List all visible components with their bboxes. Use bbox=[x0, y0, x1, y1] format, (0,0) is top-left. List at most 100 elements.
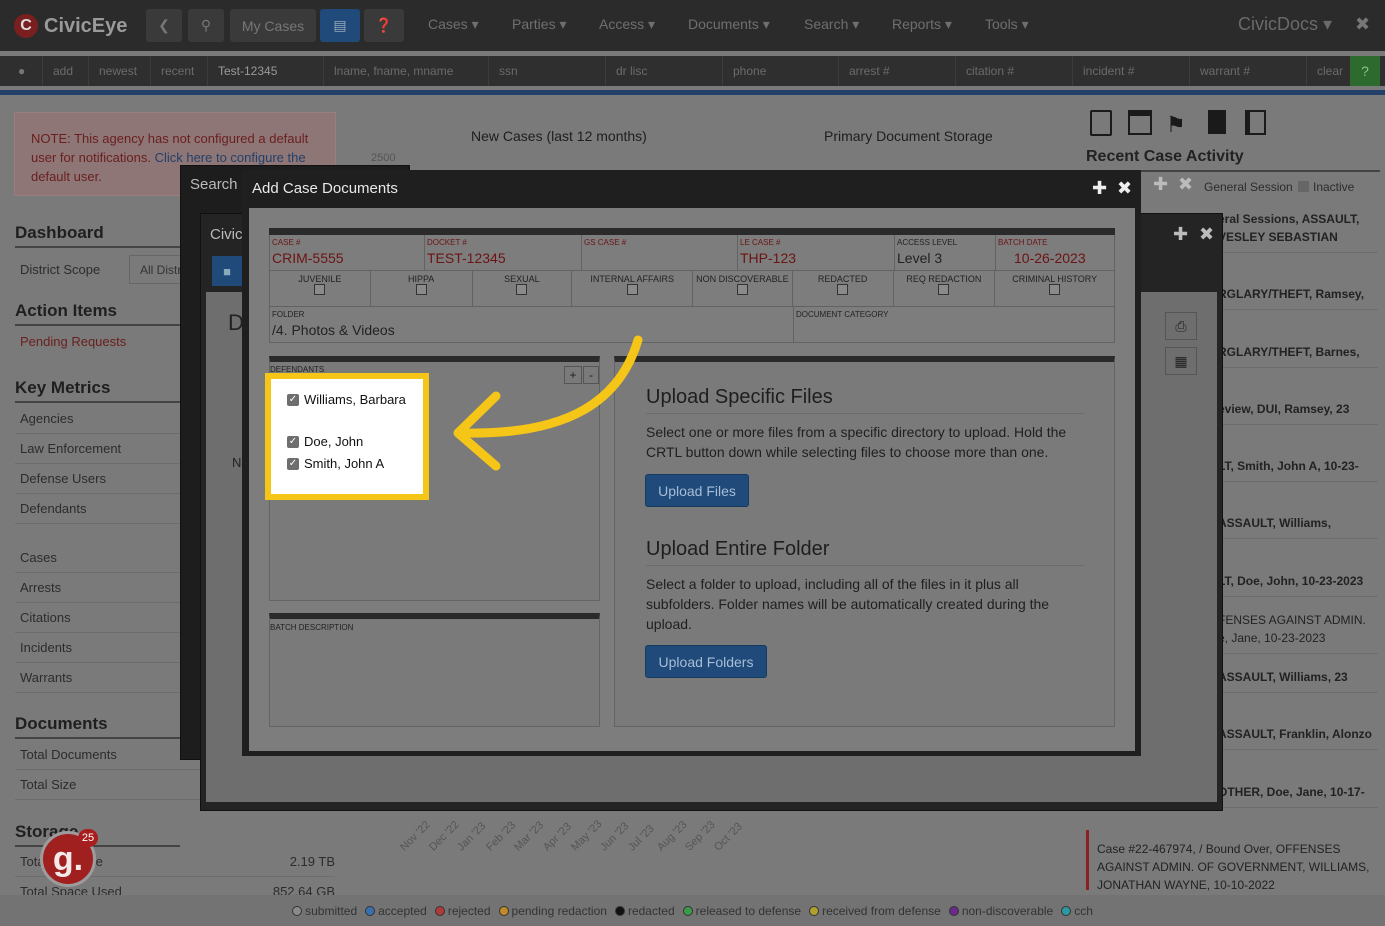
recent-item[interactable]: RGLARY/THEFT, Barnes, bbox=[1218, 343, 1378, 368]
metric-warrants[interactable]: Warrants bbox=[15, 663, 180, 693]
close-icon[interactable]: ✖ bbox=[1355, 14, 1370, 35]
recent-item[interactable]: LT, Doe, John, 10-23-2023 bbox=[1218, 572, 1378, 597]
flag-redacted[interactable]: REDACTED bbox=[793, 271, 894, 306]
menu-documents[interactable]: Documents ▾ bbox=[688, 16, 770, 33]
drlisc-search-input[interactable]: dr lisc bbox=[605, 56, 722, 86]
flag-criminal-history[interactable]: CRIMINAL HISTORY bbox=[995, 271, 1114, 306]
help-button[interactable]: ? bbox=[1350, 56, 1380, 86]
search-dialog-plus-icon[interactable]: ✚ bbox=[1153, 174, 1168, 195]
ssn-search-input[interactable]: ssn bbox=[488, 56, 605, 86]
defendant-item[interactable]: ✓ Williams, Barbara bbox=[287, 392, 406, 407]
document-category-field[interactable]: DOCUMENT CATEGORY bbox=[794, 307, 1114, 343]
citation-search-input[interactable]: citation # bbox=[955, 56, 1072, 86]
metric-cases[interactable]: Cases bbox=[15, 543, 180, 573]
map-icon[interactable]: ⚑ bbox=[1166, 112, 1186, 138]
metric-arrests[interactable]: Arrests bbox=[15, 573, 180, 603]
flag-checkbox[interactable] bbox=[938, 284, 950, 295]
metric-defendants[interactable]: Defendants bbox=[15, 494, 180, 524]
clear-button[interactable]: clear bbox=[1306, 56, 1350, 86]
menu-access[interactable]: Access ▾ bbox=[599, 16, 655, 33]
menu-search[interactable]: Search ▾ bbox=[804, 16, 859, 33]
back-button[interactable]: ❮ bbox=[146, 9, 182, 42]
info-button[interactable]: ❓ bbox=[364, 9, 404, 42]
checkbox-checked-icon[interactable]: ✓ bbox=[287, 393, 299, 406]
flag-checkbox[interactable] bbox=[1049, 284, 1061, 295]
flag-checkbox[interactable] bbox=[626, 284, 638, 295]
flag-req-redaction[interactable]: REQ REDACTION bbox=[894, 271, 996, 306]
incident-search-input[interactable]: incident # bbox=[1072, 56, 1189, 86]
menu-cases[interactable]: Cases ▾ bbox=[428, 16, 479, 33]
phone-search-input[interactable]: phone bbox=[722, 56, 839, 86]
docket-field[interactable]: DOCKET # TEST-12345 bbox=[425, 235, 582, 271]
newest-button[interactable]: newest bbox=[88, 56, 148, 86]
pending-requests-link[interactable]: Pending Requests bbox=[20, 334, 126, 349]
recent-item[interactable]: ASSAULT, Williams, bbox=[1218, 514, 1378, 539]
recent-item[interactable]: Case #22-467974, / Bound Over, OFFENSES … bbox=[1097, 840, 1372, 900]
le-case-field[interactable]: LE CASE # THP-123 bbox=[738, 235, 895, 271]
recent-item[interactable]: ASSAULT, Williams, 23 bbox=[1218, 668, 1378, 693]
warrant-search-input[interactable]: warrant # bbox=[1189, 56, 1306, 86]
arrest-search-input[interactable]: arrest # bbox=[838, 56, 955, 86]
recent-item[interactable]: RGLARY/THEFT, Ramsey, bbox=[1218, 285, 1378, 310]
my-cases-input[interactable]: My Cases bbox=[230, 9, 316, 42]
civic-dialog-close-icon[interactable]: ✖ bbox=[1199, 224, 1214, 245]
book-icon[interactable] bbox=[1245, 110, 1266, 135]
menu-parties[interactable]: Parties ▾ bbox=[512, 16, 567, 33]
metric-defense-users[interactable]: Defense Users bbox=[15, 464, 180, 494]
name-search-input[interactable]: lname, fname, mname bbox=[323, 56, 488, 86]
folder-open-button[interactable]: ■ bbox=[212, 256, 242, 286]
configure-link[interactable]: Click here to configure the bbox=[155, 150, 306, 165]
flag-sexual[interactable]: SEXUAL bbox=[473, 271, 573, 306]
calculator-icon[interactable] bbox=[1090, 110, 1112, 136]
print-icon[interactable]: ⎙ bbox=[1165, 312, 1197, 340]
flag-checkbox[interactable] bbox=[516, 284, 528, 295]
gs-case-field[interactable]: GS CASE # bbox=[582, 235, 738, 271]
recent-item[interactable]: eview, DUI, Ramsey, 23 bbox=[1218, 400, 1378, 425]
flag-juvenile[interactable]: JUVENILE bbox=[270, 271, 371, 306]
close-icon[interactable]: ✖ bbox=[1117, 178, 1132, 199]
menu-reports[interactable]: Reports ▾ bbox=[892, 16, 952, 33]
metric-agencies[interactable]: Agencies bbox=[15, 404, 180, 434]
metric-incidents[interactable]: Incidents bbox=[15, 633, 180, 663]
recent-item[interactable]: FENSES AGAINST ADMIN. e, Jane, 10-23-202… bbox=[1218, 611, 1378, 654]
flag-hippa[interactable]: HIPPA bbox=[371, 271, 473, 306]
flag-checkbox[interactable] bbox=[736, 284, 748, 295]
menu-tools[interactable]: Tools ▾ bbox=[985, 16, 1029, 33]
search-button[interactable]: ⚲ bbox=[188, 9, 224, 42]
defendant-item[interactable]: ✓ Smith, John A bbox=[287, 456, 384, 471]
recent-button[interactable]: recent bbox=[150, 56, 206, 86]
flag-non-discoverable[interactable]: NON DISCOVERABLE bbox=[693, 271, 793, 306]
case-search-input[interactable]: Test-12345 bbox=[207, 56, 322, 86]
checkbox-checked-icon[interactable]: ✓ bbox=[287, 457, 299, 470]
plus-icon[interactable]: ✚ bbox=[1092, 178, 1107, 199]
recent-item[interactable]: OTHER, Doe, Jane, 10-17- bbox=[1218, 783, 1378, 808]
batch-date-field[interactable]: BATCH DATE 10-26-2023 bbox=[996, 235, 1114, 271]
upload-folders-button[interactable]: Upload Folders bbox=[645, 645, 767, 678]
case-number-field[interactable]: CASE # CRIM-5555 bbox=[270, 235, 425, 271]
documents-view-button[interactable]: ▤ bbox=[320, 9, 360, 42]
flag-checkbox[interactable] bbox=[314, 284, 326, 295]
recent-item[interactable]: ASSAULT, Franklin, Alonzo bbox=[1218, 725, 1378, 750]
access-level-field[interactable]: ACCESS LEVEL Level 3 bbox=[895, 235, 996, 271]
filter-general-session[interactable]: General Session bbox=[1204, 180, 1293, 194]
app-logo[interactable]: C CivicEye bbox=[14, 12, 127, 40]
grid-view-icon[interactable]: ▦ bbox=[1165, 347, 1197, 375]
recent-item[interactable]: eral Sessions, ASSAULT, VESLEY SEBASTIAN bbox=[1218, 210, 1378, 253]
flag-internal-affairs[interactable]: INTERNAL AFFAIRS bbox=[572, 271, 694, 306]
defendant-item[interactable]: ✓ Doe, John bbox=[287, 434, 363, 449]
civic-dialog-plus-icon[interactable]: ✚ bbox=[1173, 224, 1188, 245]
calendar-icon[interactable] bbox=[1128, 110, 1152, 135]
document-icon[interactable] bbox=[1208, 110, 1226, 134]
search-dialog-close-icon[interactable]: ✖ bbox=[1178, 174, 1193, 195]
filter-inactive-checkbox[interactable] bbox=[1298, 181, 1309, 192]
metric-law-enforcement[interactable]: Law Enforcement bbox=[15, 434, 180, 464]
flag-checkbox[interactable] bbox=[415, 284, 427, 295]
add-button[interactable]: add bbox=[42, 56, 88, 86]
civicdocs-menu[interactable]: CivicDocs ▾ bbox=[1238, 14, 1332, 35]
recent-item[interactable]: LT, Smith, John A, 10-23- bbox=[1218, 457, 1378, 482]
metric-citations[interactable]: Citations bbox=[15, 603, 180, 633]
flag-checkbox[interactable] bbox=[837, 284, 849, 295]
upload-files-button[interactable]: Upload Files bbox=[645, 474, 749, 507]
checkbox-checked-icon[interactable]: ✓ bbox=[287, 435, 299, 448]
user-icon[interactable]: ● bbox=[8, 56, 40, 86]
